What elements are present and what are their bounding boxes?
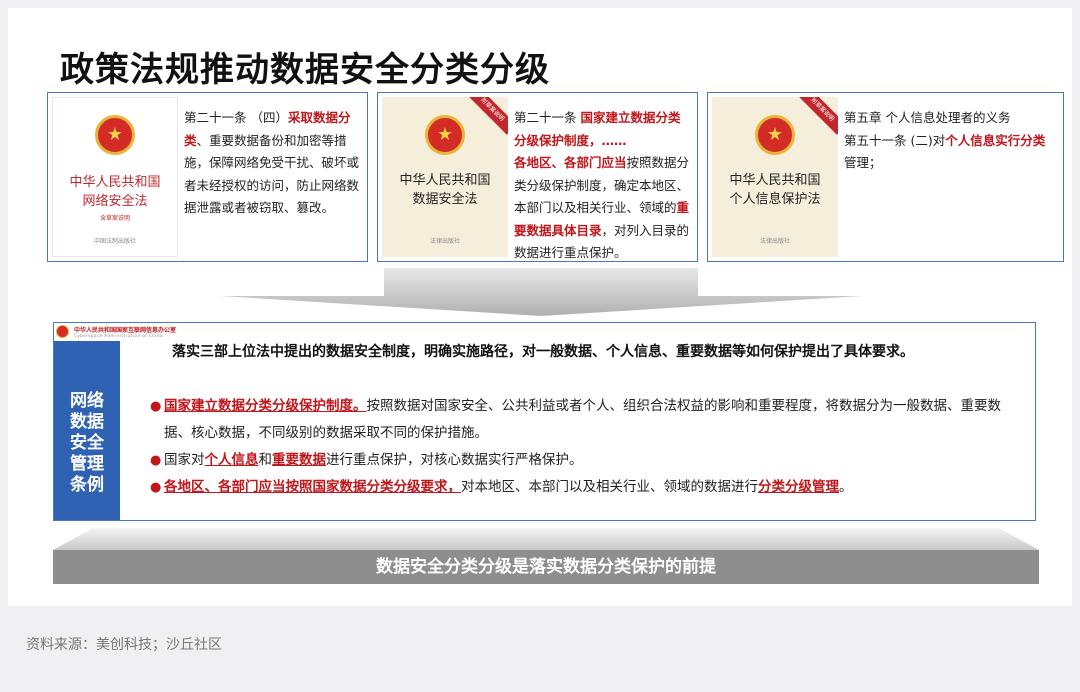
book-cover-personal-info-law: 附草案说明 中华人民共和国 个人信息保护法 法律出版社 bbox=[712, 97, 838, 257]
cover-title-line1: 中华人民共和国 bbox=[69, 175, 161, 190]
article-number: 第五十一条 (二)对 bbox=[844, 132, 946, 148]
highlight-text: 各地区、各部门应当 bbox=[514, 155, 627, 170]
bullet-text: 。 bbox=[839, 479, 853, 495]
law-excerpt: 第二十一条 国家建立数据分类分级保护制度，…… 各地区、各部门应当按照数据分类分级… bbox=[514, 107, 691, 265]
bullet-text: 和 bbox=[258, 452, 273, 468]
national-emblem-icon bbox=[425, 115, 465, 155]
law-card-cybersecurity: 中华人民共和国 网络安全法 含草案说明 中国法制出版社 第二十一条 （四）采取数… bbox=[47, 92, 368, 262]
cover-title: 中华人民共和国 数据安全法 bbox=[382, 171, 508, 209]
cover-subtitle: 含草案说明 bbox=[99, 215, 130, 222]
regulation-side-label: 网络 数据 安全 管理 条例 bbox=[54, 341, 120, 520]
bullet-text: 进行重点保护，对核心数据实行严格保护。 bbox=[326, 452, 583, 468]
regulation-title-line: 安全 bbox=[70, 433, 104, 453]
highlight-text: 分类分级管理 bbox=[758, 479, 839, 495]
page-title: 政策法规推动数据安全分类分级 bbox=[60, 50, 550, 90]
bullet-text: 对本地区、本部门以及相关行业、领域的数据进行 bbox=[461, 479, 758, 495]
bullet-text: 国家对 bbox=[164, 452, 205, 468]
source-note: 资料来源：美创科技；沙丘社区 bbox=[26, 637, 222, 653]
cover-publisher: 法律出版社 bbox=[759, 238, 790, 245]
regulation-bullets: ● 国家建立数据分类分级保护制度。按照数据对国家安全、公共利益或者个人、组织合法权… bbox=[150, 393, 1017, 501]
cover-publisher: 中国法制出版社 bbox=[93, 238, 136, 245]
national-emblem-icon bbox=[755, 115, 795, 155]
down-arrow-icon bbox=[220, 268, 862, 316]
regulation-title-line: 管理 bbox=[70, 454, 104, 474]
law-card-data-security: 附草案说明 中华人民共和国 数据安全法 法律出版社 第二十一条 国家建立数据分类… bbox=[377, 92, 698, 262]
article-number: 第二十一条 （四） bbox=[184, 110, 288, 125]
cover-title-line2: 数据安全法 bbox=[412, 192, 478, 207]
cover-title: 中华人民共和国 个人信息保护法 bbox=[712, 171, 838, 209]
cover-title-line2: 网络安全法 bbox=[82, 194, 148, 209]
regulation-title-line: 条例 bbox=[70, 475, 104, 495]
regulation-title: 网络 数据 安全 管理 条例 bbox=[54, 391, 120, 496]
book-cover-cybersecurity-law: 中华人民共和国 网络安全法 含草案说明 中国法制出版社 bbox=[52, 97, 178, 257]
highlight-text: 个人信息 bbox=[204, 452, 259, 468]
excerpt-text: 、重要数据备份和加密等措施，保障网络免受干扰、破坏或者未经授权的访问，防止网络数… bbox=[184, 132, 360, 216]
highlight-text: 国家建立数据分类分级保护制度。 bbox=[164, 398, 367, 414]
list-item: ● 国家对个人信息和重要数据进行重点保护，对核心数据实行严格保护。 bbox=[150, 447, 1017, 474]
cac-emblem-icon bbox=[56, 325, 69, 338]
chapter-title: 第五章 个人信息处理者的义务 bbox=[844, 110, 1011, 125]
article-number: 第二十一条 bbox=[514, 110, 581, 125]
list-item: ● 国家建立数据分类分级保护制度。按照数据对国家安全、公共利益或者个人、组织合法权… bbox=[150, 393, 1017, 447]
national-emblem-icon bbox=[95, 115, 135, 155]
bottom-bar-bevel bbox=[53, 528, 1039, 550]
highlight-text: 个人信息实行分类 bbox=[945, 132, 1046, 148]
highlight-text: 各地区、各部门应当按照国家数据分类分级要求， bbox=[164, 479, 461, 495]
law-excerpt: 第五章 个人信息处理者的义务 第五十一条 (二)对个人信息实行分类管理； bbox=[844, 107, 1057, 175]
law-card-personal-info: 附草案说明 中华人民共和国 个人信息保护法 法律出版社 第五章 个人信息处理者的… bbox=[707, 92, 1064, 262]
cover-ribbon: 附草案说明 bbox=[797, 97, 838, 135]
conclusion-bar: 数据安全分类分级是落实数据分类保护的前提 bbox=[53, 550, 1039, 584]
bullet-icon: ● bbox=[150, 399, 162, 414]
book-cover-data-security-law: 附草案说明 中华人民共和国 数据安全法 法律出版社 bbox=[382, 97, 508, 257]
regulation-title-line: 网络 bbox=[70, 391, 104, 411]
cover-title: 中华人民共和国 网络安全法 bbox=[52, 173, 178, 211]
law-excerpt: 第二十一条 （四）采取数据分类、重要数据备份和加密等措施，保障网络免受干扰、破坏… bbox=[184, 107, 361, 220]
cover-title-line2: 个人信息保护法 bbox=[729, 192, 821, 207]
bullet-icon: ● bbox=[150, 453, 162, 468]
highlight-text: 重要数据 bbox=[272, 452, 326, 468]
regulation-panel: 中华人民共和国国家互联网信息办公室 Cyberspace Administrat… bbox=[53, 322, 1036, 521]
list-item: ● 各地区、各部门应当按照国家数据分类分级要求，对本地区、本部门以及相关行业、领域… bbox=[150, 474, 1017, 501]
cover-title-line1: 中华人民共和国 bbox=[729, 173, 821, 188]
cover-ribbon: 附草案说明 bbox=[467, 97, 508, 135]
agency-name-en: Cyberspace Administration of China bbox=[74, 333, 163, 338]
excerpt-text: 管理； bbox=[844, 155, 882, 170]
bullet-icon: ● bbox=[150, 480, 162, 495]
cover-title-line1: 中华人民共和国 bbox=[399, 173, 491, 188]
cover-publisher: 法律出版社 bbox=[429, 238, 460, 245]
regulation-title-line: 数据 bbox=[70, 412, 104, 432]
regulation-intro: 落实三部上位法中提出的数据安全制度，明确实施路径，对一般数据、个人信息、重要数据… bbox=[172, 344, 914, 360]
